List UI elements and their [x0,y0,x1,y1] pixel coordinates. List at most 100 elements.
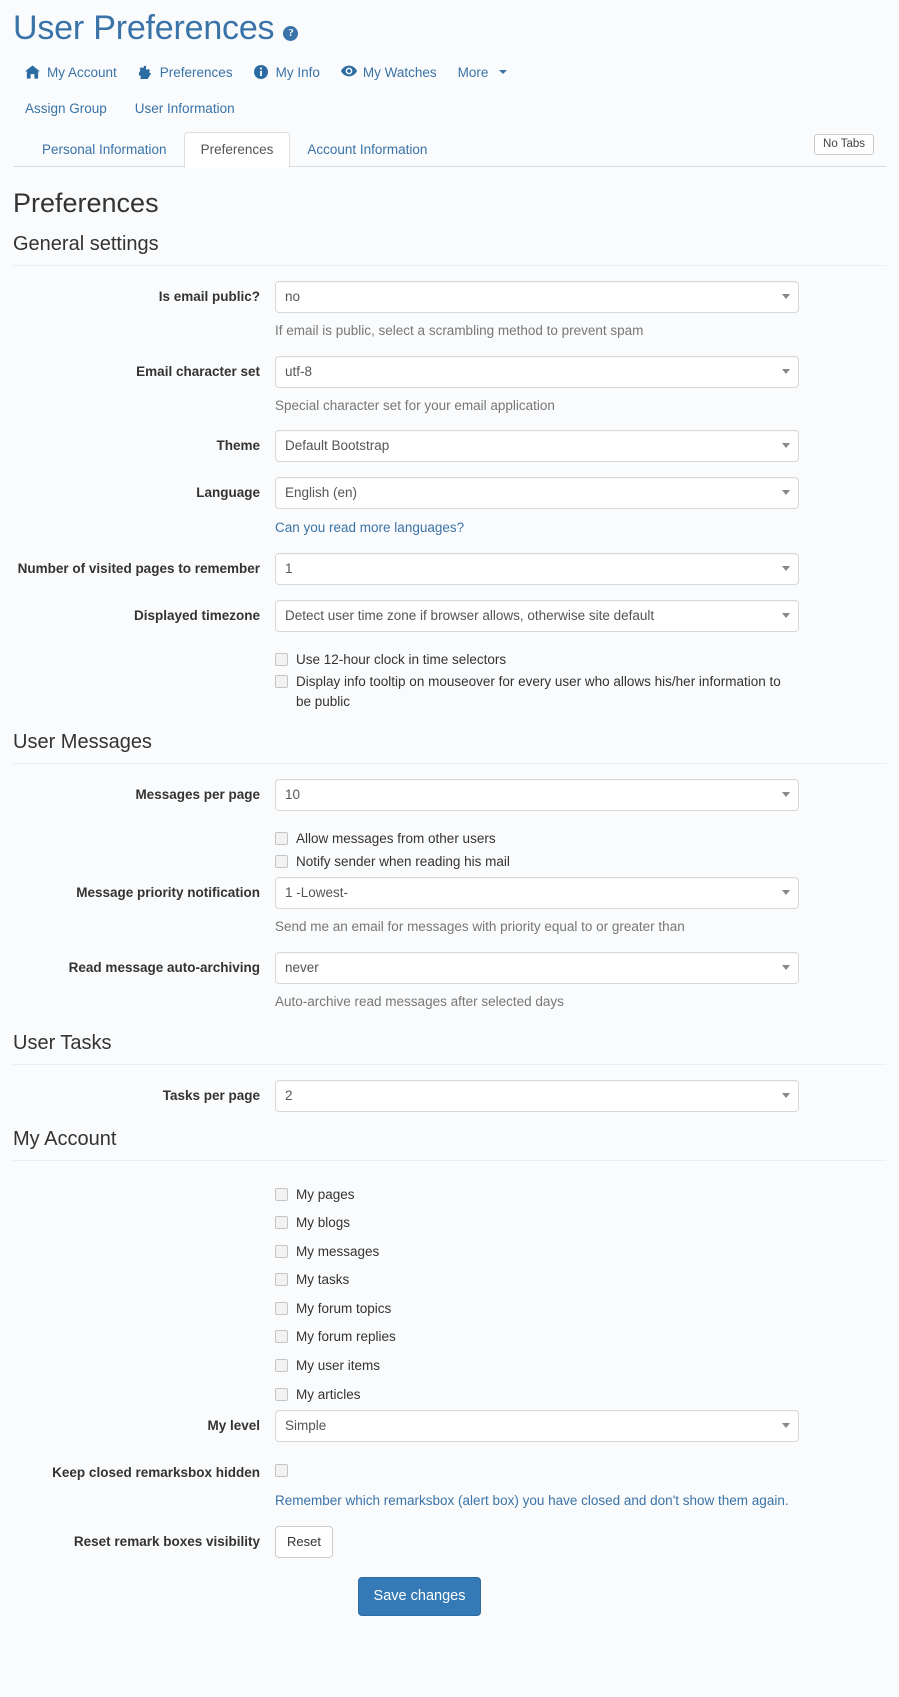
home-icon [25,65,40,79]
field-reset-remark-boxes-label: Reset remark boxes visibility [73,1533,260,1549]
field-tasks-per-page-label: Tasks per page [162,1087,260,1103]
checkbox-notify-sender-label[interactable]: Notify sender when reading his mail [296,852,510,872]
checkbox-row-my-user-items[interactable]: My user items [275,1356,799,1376]
field-tasks-per-page: Tasks per page 2 [13,1079,886,1112]
checkbox-12-hour-clock[interactable] [275,652,288,666]
checkbox-my-articles[interactable] [275,1387,288,1401]
sub-link-assign-group[interactable]: Assign Group [25,101,135,116]
message-priority-help: Send me an email for messages with prior… [275,919,685,935]
visited-pages-select[interactable]: 1 [275,552,799,585]
checkbox-row-allow-messages[interactable]: Allow messages from other users [275,829,799,849]
remarksbox-help-link[interactable]: Remember which remarksbox (alert box) yo… [275,1491,799,1511]
checkbox-my-blogs-label[interactable]: My blogs [296,1213,350,1233]
nav-item-more-label: More [457,64,489,80]
my-account-form: My pages My blogs My messages My tasks M… [13,1176,886,1644]
checkbox-my-pages[interactable] [275,1187,288,1201]
checkbox-row-my-blogs[interactable]: My blogs [275,1213,799,1233]
more-languages-link[interactable]: Can you read more languages? [275,518,799,538]
nav-item-preferences-label: Preferences [159,64,233,80]
checkbox-keep-remarksbox-hidden[interactable] [275,1464,288,1478]
field-email-charset: Email character set utf-8 Special charac… [13,355,886,416]
info-icon [253,65,269,80]
nav-item-my-account[interactable]: My Account [25,62,138,83]
checkbox-info-tooltip[interactable] [275,675,288,689]
field-message-priority-label: Message priority notification [76,885,260,901]
eye-icon [340,65,357,79]
checkbox-my-blogs[interactable] [275,1216,288,1230]
theme-select[interactable]: Default Bootstrap [275,430,799,463]
checkbox-my-forum-replies[interactable] [275,1330,288,1344]
timezone-select[interactable]: Detect user time zone if browser allows,… [275,599,799,632]
is-email-public-select[interactable]: no [275,280,799,313]
checkbox-my-tasks[interactable] [275,1273,288,1287]
checkbox-my-forum-topics[interactable] [275,1301,288,1315]
tab-preferences[interactable]: Preferences [183,131,291,168]
email-charset-select[interactable]: utf-8 [275,355,799,388]
nav-item-preferences[interactable]: Preferences [138,62,254,83]
checkbox-notify-sender[interactable] [275,854,288,868]
checkbox-info-tooltip-label[interactable]: Display info tooltip on mouseover for ev… [296,672,799,711]
field-is-email-public: Is email public? no If email is public, … [13,280,886,341]
checkbox-my-articles-label[interactable]: My articles [296,1385,361,1405]
checkbox-row-my-articles[interactable]: My articles [275,1385,799,1405]
user-messages-form: Messages per page 10 Allow messages from… [13,779,886,1011]
auto-archive-select[interactable]: never [275,952,799,985]
general-settings-form: Is email public? no If email is public, … [13,280,886,712]
tab-list: Personal Information Preferences Account… [25,131,886,168]
field-my-level: My level Simple [13,1410,886,1443]
checkbox-row-my-forum-replies[interactable]: My forum replies [275,1327,799,1347]
tasks-per-page-select[interactable]: 2 [275,1079,799,1112]
checkbox-row-my-tasks[interactable]: My tasks [275,1270,799,1290]
checkbox-row-my-pages[interactable]: My pages [275,1185,799,1205]
checkbox-row-my-messages[interactable]: My messages [275,1242,799,1262]
language-select[interactable]: English (en) [275,477,799,510]
general-checkbox-group: Use 12-hour clock in time selectors Disp… [13,647,886,712]
module-nav: My Account Preferences My Info My Watche… [13,62,886,83]
checkbox-row-info-tooltip[interactable]: Display info tooltip on mouseover for ev… [275,672,799,711]
section-title-user-messages: User Messages [13,729,886,765]
checkbox-row-my-forum-topics[interactable]: My forum topics [275,1299,799,1319]
help-icon[interactable]: ? [283,6,299,45]
sub-link-user-information[interactable]: User Information [135,101,263,116]
nav-item-my-watches[interactable]: My Watches [340,62,458,83]
checkbox-my-forum-topics-label[interactable]: My forum topics [296,1299,391,1319]
nav-item-my-info-label: My Info [275,64,320,80]
checkbox-12-hour-clock-label[interactable]: Use 12-hour clock in time selectors [296,650,506,670]
checkbox-allow-messages-label[interactable]: Allow messages from other users [296,829,496,849]
my-level-select[interactable]: Simple [275,1410,799,1443]
messages-per-page-select[interactable]: 10 [275,779,799,812]
page-title: User Preferences? [13,9,886,50]
field-theme-label: Theme [216,438,260,454]
tab-personal-information[interactable]: Personal Information [25,132,184,168]
checkbox-my-user-items[interactable] [275,1358,288,1372]
nav-item-more[interactable]: More [458,62,529,83]
tab-account-information[interactable]: Account Information [290,132,444,168]
chevron-down-icon [499,70,508,75]
field-remarksbox-label: Keep closed remarksbox hidden [52,1465,260,1481]
no-tabs-badge[interactable]: No Tabs [814,133,874,155]
gear-icon [138,65,153,80]
checkbox-row-notify-sender[interactable]: Notify sender when reading his mail [275,852,799,872]
save-changes-button[interactable]: Save changes [357,1576,482,1616]
reset-button[interactable]: Reset [275,1525,333,1558]
field-messages-per-page-label: Messages per page [135,787,260,803]
checkbox-my-user-items-label[interactable]: My user items [296,1356,380,1376]
section-title-user-tasks: User Tasks [13,1030,886,1065]
checkbox-my-tasks-label[interactable]: My tasks [296,1270,349,1290]
section-title-general-settings: General settings [13,231,886,266]
field-theme: Theme Default Bootstrap [13,430,886,463]
tab-bar: Personal Information Preferences Account… [13,131,886,168]
message-priority-select[interactable]: 1 -Lowest- [275,877,799,910]
checkbox-my-pages-label[interactable]: My pages [296,1185,355,1205]
field-my-level-label: My level [207,1418,260,1434]
checkbox-my-forum-replies-label[interactable]: My forum replies [296,1327,396,1347]
checkbox-allow-messages[interactable] [275,832,288,846]
checkbox-row-12-hour-clock[interactable]: Use 12-hour clock in time selectors [275,650,799,670]
section-title-my-account: My Account [13,1126,886,1161]
field-reset-remark-boxes: Reset remark boxes visibility Reset [13,1525,886,1558]
sub-links: Assign Group User Information [13,101,886,116]
messages-checkbox-group: Allow messages from other users Notify s… [13,826,886,871]
checkbox-my-messages-label[interactable]: My messages [296,1242,379,1262]
checkbox-my-messages[interactable] [275,1244,288,1258]
nav-item-my-info[interactable]: My Info [253,62,341,83]
